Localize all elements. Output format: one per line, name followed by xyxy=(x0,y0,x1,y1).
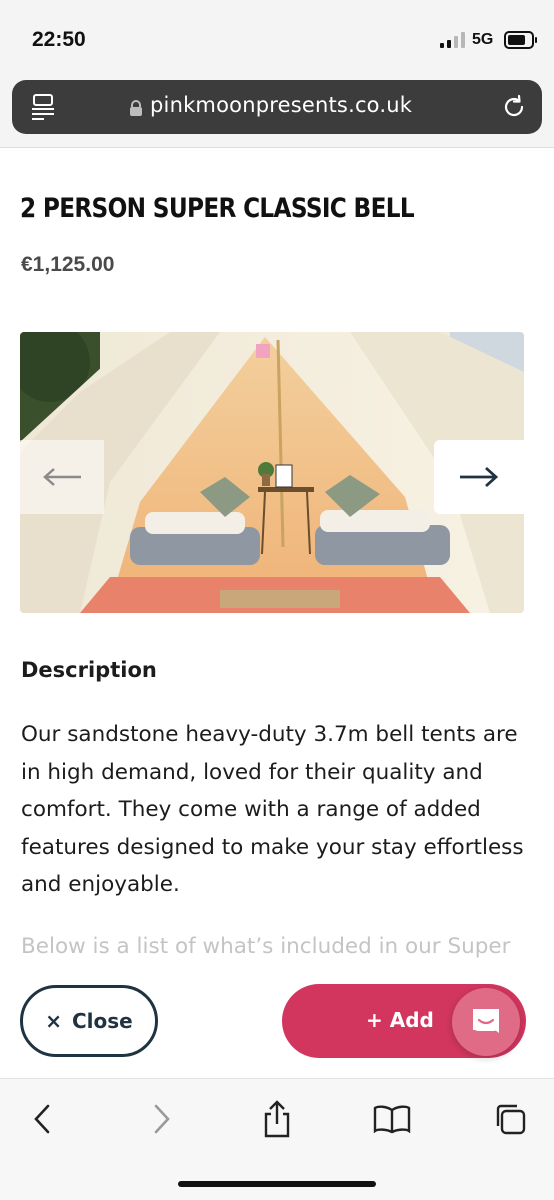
status-bar: 22:50 5G xyxy=(0,0,554,78)
address-bar[interactable]: pinkmoonpresents.co.uk xyxy=(12,80,542,134)
chat-icon xyxy=(473,1009,499,1033)
status-time: 22:50 xyxy=(32,28,86,51)
description-faded-text: Below is a list of what’s included in ou… xyxy=(21,934,511,959)
add-label-text: Add xyxy=(389,1008,434,1032)
close-button[interactable]: × Close xyxy=(20,985,158,1057)
reader-icon[interactable] xyxy=(30,93,56,121)
arrow-left-icon xyxy=(43,468,81,486)
lock-icon xyxy=(130,100,142,116)
arrow-right-icon xyxy=(460,466,499,488)
description-heading: Description xyxy=(21,658,157,682)
bookmarks-icon xyxy=(373,1105,411,1134)
url-text[interactable]: pinkmoonpresents.co.uk xyxy=(150,93,412,117)
product-title: 2 PERSON SUPER CLASSIC BELL xyxy=(20,193,415,224)
close-button-label: Close xyxy=(72,1009,133,1033)
home-indicator xyxy=(178,1181,376,1187)
description-text: Our sandstone heavy-duty 3.7m bell tents… xyxy=(21,722,524,897)
back-icon xyxy=(34,1104,50,1134)
share-icon xyxy=(264,1100,290,1138)
chat-button[interactable] xyxy=(452,988,520,1056)
tabs-icon xyxy=(496,1104,526,1135)
forward-button[interactable] xyxy=(142,1099,182,1139)
close-icon: × xyxy=(45,1009,62,1033)
share-button[interactable] xyxy=(257,1099,297,1139)
back-button[interactable] xyxy=(22,1099,62,1139)
reload-icon[interactable] xyxy=(500,93,528,121)
bookmarks-button[interactable] xyxy=(372,1099,412,1139)
forward-icon xyxy=(154,1104,170,1134)
tabs-button[interactable] xyxy=(490,1099,530,1139)
browser-address-area: pinkmoonpresents.co.uk xyxy=(0,78,554,148)
gallery-prev-button[interactable] xyxy=(20,440,104,514)
signal-icon xyxy=(440,32,465,48)
gallery-next-button[interactable] xyxy=(434,440,524,514)
add-button-label: + Add xyxy=(366,1008,434,1032)
product-price: €1,125.00 xyxy=(21,253,115,276)
battery-icon xyxy=(504,31,537,49)
network-type: 5G xyxy=(472,31,494,48)
product-image-gallery[interactable] xyxy=(20,332,524,613)
plus-icon: + xyxy=(366,1008,383,1032)
